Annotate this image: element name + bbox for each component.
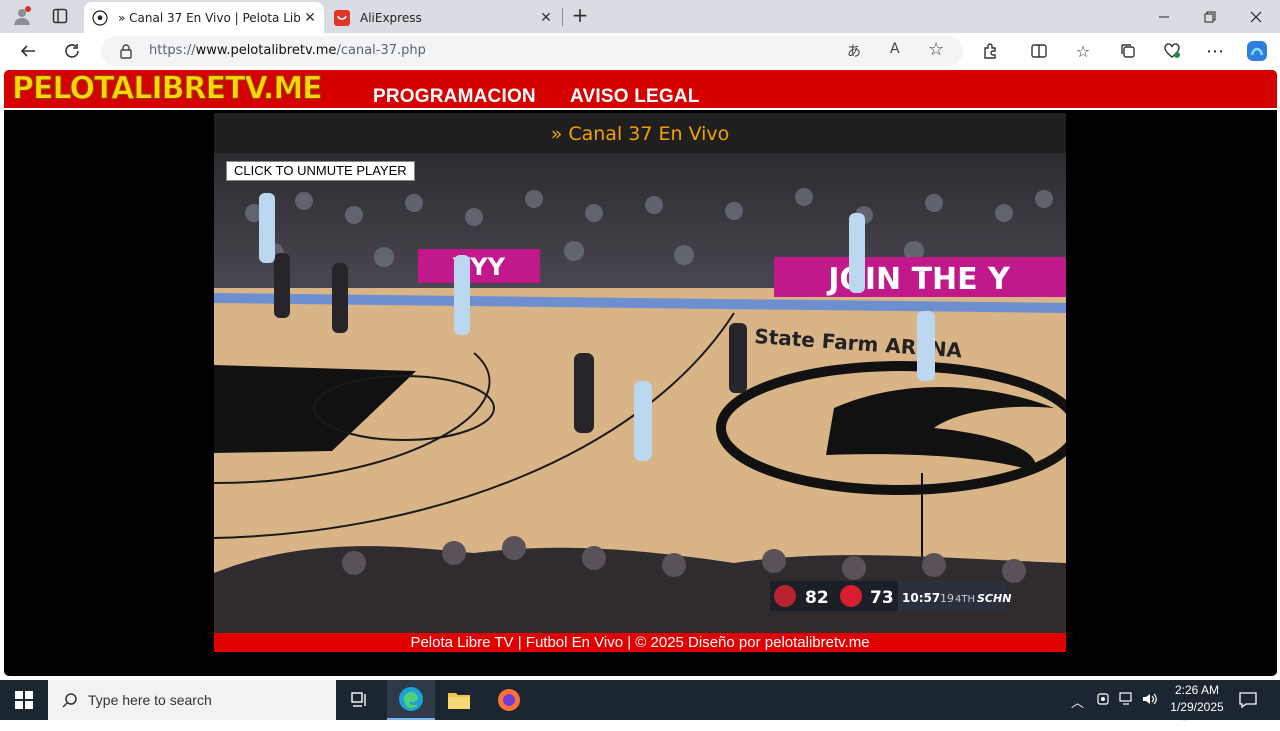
- game-clock: 10:57: [902, 591, 940, 605]
- video-player[interactable]: YYY JOIN THE Y State Farm ARENA 82 73 10…: [214, 153, 1066, 633]
- site-header: PELOTALIBRETV.ME PROGRAMACION AVISO LEGA…: [4, 70, 1277, 110]
- browser-toolbar: https://www.pelotalibretv.me/canal-37.ph…: [0, 33, 1280, 69]
- task-view-icon: [351, 692, 366, 707]
- close-window-button[interactable]: [1233, 0, 1279, 33]
- site-footer: Pelota Libre TV | Futbol En Vivo | © 202…: [214, 633, 1066, 652]
- tab-title: » Canal 37 En Vivo | Pelota Libre TV: [118, 10, 300, 25]
- extensions-icon[interactable]: [977, 37, 1005, 65]
- clock-time: 2:26 AM: [1174, 683, 1220, 697]
- web-page: PELOTALIBRETV.ME PROGRAMACION AVISO LEGA…: [0, 69, 1280, 730]
- copilot-icon[interactable]: [1243, 37, 1271, 65]
- unmute-button[interactable]: CLICK TO UNMUTE PLAYER: [226, 161, 415, 181]
- browser-tab-bar: » Canal 37 En Vivo | Pelota Libre TV ✕ A…: [0, 0, 1280, 33]
- tab-title: AliExpress: [360, 10, 422, 25]
- split-screen-icon[interactable]: [1025, 37, 1053, 65]
- edge-icon: [399, 687, 423, 711]
- read-aloud-icon[interactable]: A: [890, 41, 900, 57]
- address-bar[interactable]: https://www.pelotalibretv.me/canal-37.ph…: [101, 36, 963, 66]
- search-placeholder: Type here to search: [88, 692, 212, 708]
- taskbar-edge[interactable]: [387, 680, 435, 720]
- score-away: 73: [870, 588, 894, 608]
- back-arrow-icon: [20, 45, 35, 57]
- profile-icon[interactable]: [10, 5, 34, 27]
- channel-heading: » Canal 37 En Vivo: [550, 123, 730, 145]
- back-button[interactable]: [14, 37, 42, 65]
- channel-content: » Canal 37 En Vivo YYY JOIN THE Y State …: [214, 113, 1066, 652]
- performance-heart-icon[interactable]: [1158, 37, 1186, 65]
- restore-button[interactable]: [1187, 0, 1233, 33]
- more-options-icon[interactable]: ⋯: [1201, 37, 1229, 65]
- new-tab-button[interactable]: +: [568, 4, 592, 28]
- nav-aviso-legal[interactable]: AVISO LEGAL: [570, 86, 700, 108]
- windows-logo-icon: [15, 691, 33, 709]
- tray-network-adapter-icon[interactable]: [1096, 692, 1110, 710]
- scoreboard: 82 73 10:57 19 4TH SCHN: [770, 581, 1011, 611]
- tray-chevron-icon[interactable]: ︿: [1071, 692, 1084, 711]
- soccer-ball-icon: [92, 9, 108, 26]
- translate-icon[interactable]: あ: [847, 41, 861, 61]
- tray-network-icon[interactable]: [1119, 692, 1135, 710]
- close-tab-icon[interactable]: ✕: [300, 10, 320, 26]
- start-button[interactable]: [0, 680, 48, 720]
- windows-taskbar: Type here to search ︿ 2:26 AM 1/29/2025: [0, 680, 1280, 720]
- clock-date: 1/29/2025: [1170, 700, 1224, 714]
- aliexpress-icon: [334, 9, 350, 26]
- video-frame: YYY JOIN THE Y State Farm ARENA 82 73 10…: [214, 153, 1066, 633]
- taskbar-firefox[interactable]: [485, 680, 533, 720]
- close-tab-icon[interactable]: ✕: [536, 10, 556, 26]
- favorites-icon[interactable]: ☆: [1069, 37, 1097, 65]
- tab-divider: [562, 8, 563, 26]
- tab-aliexpress[interactable]: AliExpress ✕: [326, 2, 560, 33]
- score-home: 82: [805, 588, 829, 608]
- notifications-icon[interactable]: [1239, 692, 1257, 712]
- network-logo: SCHN: [977, 592, 1011, 605]
- page-frame: PELOTALIBRETV.ME PROGRAMACION AVISO LEGA…: [4, 70, 1277, 676]
- minimize-button[interactable]: [1141, 0, 1187, 33]
- refresh-button[interactable]: [58, 37, 86, 65]
- taskbar-clock[interactable]: 2:26 AM 1/29/2025: [1160, 682, 1234, 716]
- search-icon: [62, 693, 77, 708]
- tray-volume-icon[interactable]: [1142, 692, 1158, 710]
- task-view-button[interactable]: [336, 680, 384, 720]
- favorite-star-icon[interactable]: ☆: [928, 39, 944, 60]
- collections-icon[interactable]: [1114, 37, 1142, 65]
- tab-pelotalibre[interactable]: » Canal 37 En Vivo | Pelota Libre TV ✕: [84, 2, 324, 33]
- firefox-icon: [498, 689, 520, 711]
- nav-programacion[interactable]: PROGRAMACION: [373, 86, 536, 108]
- shot-clock: 19: [940, 592, 954, 605]
- taskbar-search[interactable]: Type here to search: [48, 680, 336, 720]
- folder-icon: [448, 693, 470, 709]
- lock-icon[interactable]: [119, 43, 133, 59]
- refresh-icon: [65, 44, 79, 58]
- taskbar-file-explorer[interactable]: [435, 680, 483, 720]
- game-period: 4TH: [955, 594, 975, 605]
- url-text[interactable]: https://www.pelotalibretv.me/canal-37.ph…: [149, 43, 426, 58]
- site-logo[interactable]: PELOTALIBRETV.ME: [12, 70, 324, 107]
- tab-actions-icon[interactable]: [48, 5, 72, 27]
